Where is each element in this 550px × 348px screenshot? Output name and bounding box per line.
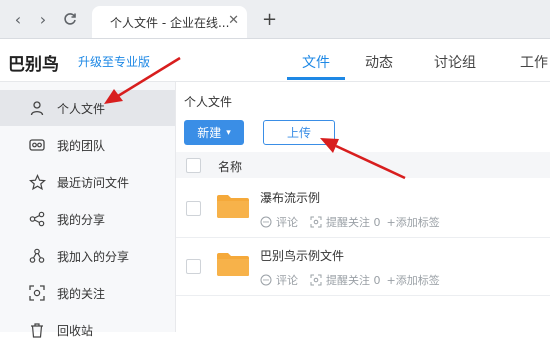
sidebar-item-label: 最近访问文件	[57, 175, 130, 190]
share-icon	[27, 209, 47, 229]
column-name-header[interactable]: 名称	[218, 158, 242, 175]
sidebar-item-label: 我加入的分享	[57, 249, 130, 264]
forward-icon[interactable]: ›	[33, 8, 53, 30]
nav-work[interactable]: 工作	[520, 52, 548, 72]
team-icon	[27, 135, 47, 155]
new-button-label: 新建	[197, 126, 222, 140]
chevron-down-icon: ▾	[226, 127, 231, 138]
sidebar-item-trash[interactable]: 回收站	[0, 312, 175, 348]
app-header: 巴别鸟 升级至专业版 文件 动态 讨论组 工作	[0, 39, 550, 82]
remind-link[interactable]: 提醒关注 0	[326, 272, 381, 288]
row-divider	[176, 237, 550, 238]
breadcrumb[interactable]: 个人文件	[184, 93, 232, 110]
remind-icon	[310, 216, 322, 228]
select-all-checkbox[interactable]	[186, 158, 201, 173]
browser-tab[interactable]: 个人文件 - 企业在线... ✕	[92, 6, 247, 38]
row-divider	[176, 295, 550, 296]
tab-close-icon[interactable]: ✕	[228, 13, 239, 28]
nav-files[interactable]: 文件	[302, 52, 330, 72]
nav-discussion[interactable]: 讨论组	[434, 52, 476, 72]
sidebar-item-label: 我的关注	[57, 286, 106, 301]
comment-link[interactable]: 评论	[276, 214, 298, 230]
sidebar-item-recent[interactable]: 最近访问文件	[0, 164, 175, 200]
new-button[interactable]: 新建 ▾	[184, 120, 244, 145]
sidebar-item-my-team[interactable]: 我的团队	[0, 127, 175, 163]
folder-icon	[217, 195, 249, 218]
nav-activity[interactable]: 动态	[365, 52, 393, 72]
person-icon	[27, 98, 47, 118]
sidebar-item-my-focus[interactable]: 我的关注	[0, 275, 175, 311]
trash-icon	[27, 320, 47, 340]
file-name[interactable]: 瀑布流示例	[260, 189, 320, 206]
upgrade-link[interactable]: 升级至专业版	[78, 53, 150, 70]
row-checkbox[interactable]	[186, 201, 201, 216]
file-name[interactable]: 巴别鸟示例文件	[260, 247, 344, 264]
sidebar-item-label: 我的分享	[57, 212, 106, 227]
reload-icon[interactable]	[60, 8, 80, 30]
file-meta: 评论 提醒关注 0 +添加标签	[260, 272, 440, 288]
add-tag-link[interactable]: +添加标签	[387, 272, 440, 288]
back-icon[interactable]: ‹	[8, 8, 28, 30]
sidebar-item-joined-shares[interactable]: 我加入的分享	[0, 238, 175, 274]
comment-icon	[260, 216, 272, 228]
remind-link[interactable]: 提醒关注 0	[326, 214, 381, 230]
sidebar-item-my-shares[interactable]: 我的分享	[0, 201, 175, 237]
sidebar-item-label: 回收站	[57, 323, 94, 338]
remind-icon	[310, 274, 322, 286]
tab-title: 个人文件 - 企业在线...	[110, 16, 230, 30]
add-tag-link[interactable]: +添加标签	[387, 214, 440, 230]
sidebar-item-label: 个人文件	[57, 101, 106, 116]
upload-button[interactable]: 上传	[263, 120, 335, 145]
nav-active-indicator	[287, 77, 345, 80]
focus-icon	[27, 283, 47, 303]
sidebar-item-personal-files[interactable]: 个人文件	[0, 90, 175, 126]
comment-link[interactable]: 评论	[276, 272, 298, 288]
joined-share-icon	[27, 246, 47, 266]
sidebar-item-label: 我的团队	[57, 138, 106, 153]
app-logo[interactable]: 巴别鸟	[8, 50, 59, 75]
file-meta: 评论 提醒关注 0 +添加标签	[260, 214, 440, 230]
sidebar: 个人文件 我的团队 最近访问文件 我的分享 我加入的分享 我的关注 回收站	[0, 82, 176, 338]
new-tab-icon[interactable]: +	[262, 9, 277, 30]
row-checkbox[interactable]	[186, 259, 201, 274]
comment-icon	[260, 274, 272, 286]
folder-icon	[217, 253, 249, 276]
star-icon	[27, 172, 47, 192]
